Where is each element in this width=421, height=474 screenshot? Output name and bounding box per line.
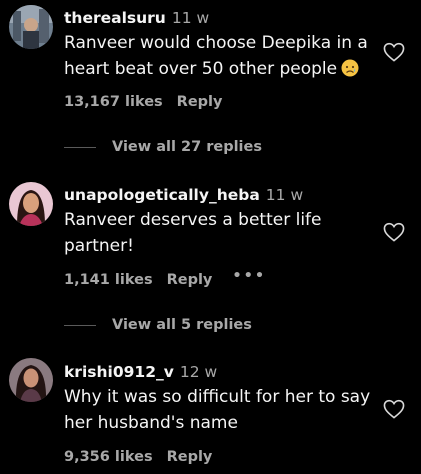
comment-text: Ranveer deserves a better life partner! (64, 210, 322, 256)
divider-line (64, 146, 96, 148)
divider-line (64, 324, 96, 326)
comment-text-body: Ranveer would choose Deepika in a heart … (64, 33, 368, 79)
heart-outline-icon[interactable] (383, 42, 405, 62)
view-replies-label[interactable]: View all 5 replies (112, 317, 252, 333)
likes-count[interactable]: 13,167 likes (64, 94, 163, 110)
likes-count[interactable]: 1,141 likes (64, 272, 153, 288)
heart-outline-icon[interactable] (383, 222, 405, 242)
timestamp: 11 w (171, 9, 210, 27)
username[interactable]: krishi0912_v (64, 363, 174, 381)
comment-text: Ranveer would choose Deepika in a heart … (64, 30, 374, 82)
likes-count[interactable]: 9,356 likes (64, 449, 153, 465)
timestamp: 11 w (265, 186, 304, 204)
sad-face-emoji (341, 59, 359, 77)
avatar[interactable] (9, 182, 53, 226)
view-replies-label[interactable]: View all 27 replies (112, 139, 262, 155)
reply-button[interactable]: Reply (167, 272, 213, 288)
avatar[interactable] (9, 358, 53, 402)
reply-button[interactable]: Reply (177, 94, 223, 110)
heart-outline-icon[interactable] (383, 399, 405, 419)
avatar[interactable] (9, 5, 53, 49)
timestamp: 12 w (179, 363, 218, 381)
view-replies-button[interactable]: View all 27 replies (64, 137, 262, 157)
reply-button[interactable]: Reply (167, 449, 213, 465)
more-options-icon[interactable]: ••• (232, 268, 266, 284)
view-replies-button[interactable]: View all 5 replies (64, 315, 252, 335)
username[interactable]: therealsuru (64, 9, 166, 27)
username[interactable]: unapologetically_heba (64, 186, 260, 204)
comment-text: Why it was so difficult for her to say h… (64, 387, 371, 433)
